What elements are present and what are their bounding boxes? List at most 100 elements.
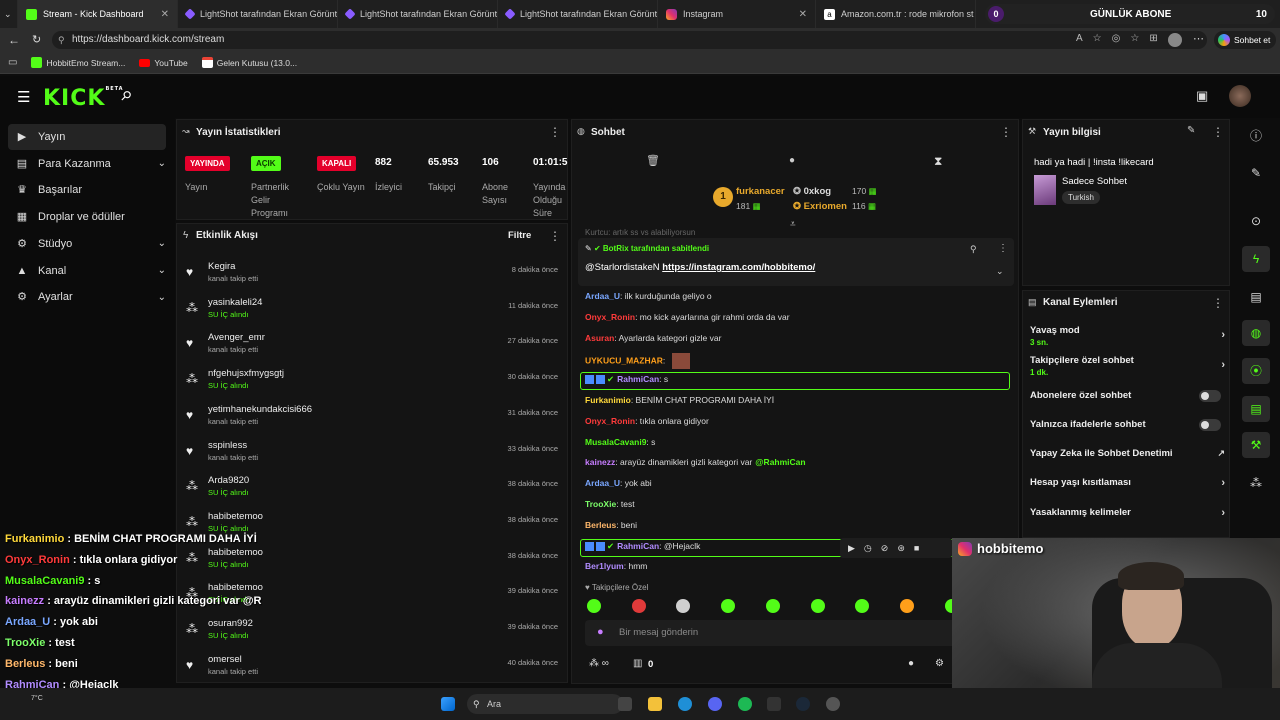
chat-username[interactable]: RahmiCan [617, 374, 659, 384]
chat-message[interactable]: Berleus: beni [585, 520, 637, 530]
chat-username[interactable]: Asuran [585, 333, 614, 343]
lightning-icon[interactable]: ϟ [1242, 246, 1270, 272]
chat-message[interactable]: kainezz: arayüz dinamikleri gizli katego… [585, 457, 806, 467]
activity-menu-icon[interactable]: ⋮ [549, 229, 561, 243]
stats-menu-icon[interactable]: ⋮ [549, 125, 561, 139]
store-icon[interactable]: ▥ [633, 658, 642, 669]
sidebar-item-0[interactable]: ▶ Yayın [8, 124, 166, 150]
chat-username[interactable]: Furkanimio [585, 395, 631, 405]
tab-instagram[interactable]: Instagram ✕ [658, 0, 816, 28]
chat-username[interactable]: Ber1lyum [585, 561, 624, 571]
delete-icon[interactable]: ■ [914, 543, 919, 553]
chat-message[interactable]: UYKUCU_MAZHAR: [585, 353, 690, 370]
discord-icon[interactable] [708, 697, 722, 711]
emote-icon[interactable] [899, 599, 914, 613]
terminal-icon[interactable] [767, 697, 781, 711]
chat-username[interactable]: Ardaa_U [585, 478, 620, 488]
reply-icon[interactable]: ⊛ [897, 543, 905, 554]
chevron-down-icon[interactable]: ⌄ [996, 266, 1004, 277]
chat-username[interactable]: Berleus [585, 520, 616, 530]
sidebar-item-4[interactable]: ⚙ Stüdyo ⌄ [8, 231, 166, 257]
taskbar-search[interactable]: ⚲ Ara [467, 694, 623, 714]
filter-button[interactable]: Filtre [508, 230, 531, 241]
chat-username[interactable]: Onyx_Ronin [585, 416, 635, 426]
edit-icon[interactable]: ✎ [1242, 160, 1270, 186]
bookmark-hobbitemo[interactable]: HobbitEmo Stream... [31, 57, 125, 68]
tab-lightshot-1[interactable]: LightShot tarafından Ekran Görünt✕ [178, 0, 338, 28]
sidebar-item-6[interactable]: ⚙ Ayarlar ⌄ [8, 284, 166, 310]
tab-amazon[interactable]: a Amazon.com.tr : rode mikrofon st✕ [816, 0, 976, 28]
chat-menu-icon[interactable]: ⋮ [1000, 125, 1012, 139]
emote-icon[interactable] [721, 599, 736, 613]
info-icon[interactable]: ⓘ [1242, 123, 1270, 149]
toggle-switch[interactable] [1199, 390, 1221, 402]
collapse-icon[interactable]: ⩡ [790, 219, 796, 230]
profile-avatar[interactable] [1229, 85, 1251, 107]
play-icon[interactable]: ▶ [848, 543, 855, 554]
tab-menu-icon[interactable]: ⌄ [0, 0, 18, 28]
bookmark-youtube[interactable]: YouTube [139, 58, 188, 68]
channel-action[interactable]: Yasaklanmış kelimeler › [1030, 507, 1225, 519]
emote-icon[interactable] [810, 599, 825, 613]
chat-username[interactable]: Onyx_Ronin [585, 312, 635, 322]
chevron-down-icon[interactable]: ⌄ [158, 158, 166, 169]
chevron-right-icon[interactable]: › [1221, 359, 1225, 371]
kick-logo[interactable]: KICKBETA [43, 86, 124, 111]
hourglass-icon[interactable]: ⧗ [934, 154, 942, 169]
chevron-down-icon[interactable]: ⌄ [158, 265, 166, 276]
chevron-right-icon[interactable]: › [1221, 329, 1225, 341]
grid-icon[interactable]: ⁂ [1242, 470, 1270, 496]
reload-icon[interactable]: ↻ [32, 33, 41, 46]
channel-action[interactable]: Hesap yaşı kısıtlaması › [1030, 477, 1225, 489]
chat-message[interactable]: Asuran: Ayarlarda kategori gizle var [585, 333, 721, 343]
chat-message[interactable]: MusalaCavani9: s [585, 437, 655, 447]
tab-lightshot-3[interactable]: LightShot tarafından Ekran Görünt✕ [498, 0, 658, 28]
close-icon[interactable]: ✕ [161, 9, 169, 20]
chat-username[interactable]: MusalaCavani9 [585, 437, 646, 447]
browser-action-icons[interactable]: A☆◎☆⊞ [1076, 33, 1168, 44]
avatar-icon[interactable] [1168, 33, 1182, 47]
site-info-icon[interactable]: ⚲ [58, 31, 65, 49]
edit-icon[interactable]: ✎ [1187, 125, 1195, 136]
tab-lightshot-2[interactable]: LightShot tarafından Ekran Görünt✕ [338, 0, 498, 28]
external-link-icon[interactable]: ↗ [1217, 448, 1225, 459]
chat-username[interactable]: TrooXie [585, 499, 616, 509]
tab-kick[interactable]: Stream - Kick Dashboard ✕ [18, 0, 178, 28]
chat-message[interactable]: TrooXie: test [585, 499, 635, 509]
chat-message[interactable]: Onyx_Ronin: mo kick ayarlarına gir rahmi… [585, 312, 790, 322]
chat-message[interactable]: ✔ RahmiCan: s [585, 374, 668, 385]
emote-icon[interactable] [587, 599, 601, 613]
reading-list-icon[interactable]: ▭ [8, 57, 17, 68]
chat-input[interactable]: ● Bir mesaj gönderin [585, 620, 957, 646]
windows-start-icon[interactable] [441, 697, 455, 711]
points-icon[interactable]: ⁂ ∞ [589, 658, 609, 669]
chevron-down-icon[interactable]: ⌄ [158, 238, 166, 249]
channel-actions-menu-icon[interactable]: ⋮ [1212, 296, 1224, 310]
pinned-menu-icon[interactable]: ⋮ [998, 243, 1008, 254]
chat-username[interactable]: RahmiCan [617, 541, 659, 551]
wrench-icon[interactable]: ⚒ [1242, 432, 1270, 458]
bookmark-gmail[interactable]: Gelen Kutusu (13.0... [201, 57, 297, 68]
chat-message[interactable]: ✔ RahmiCan: @Hejaclk [585, 541, 700, 552]
timeout-icon[interactable]: ◷ [864, 543, 872, 554]
spotify-icon[interactable] [738, 697, 752, 711]
chat-message[interactable]: Ardaa_U: yok abi [585, 478, 652, 488]
tag-pill[interactable]: Turkish [1062, 191, 1100, 204]
channel-action[interactable]: Yapay Zeka ile Sohbet Denetimi ↗ [1030, 448, 1225, 459]
pinned-link[interactable]: https://instagram.com/hobbitemo/ [662, 262, 815, 273]
sidebar-item-5[interactable]: ▲ Kanal ⌄ [8, 258, 166, 284]
edge-icon[interactable] [678, 697, 692, 711]
steam-icon[interactable] [796, 697, 810, 711]
chat-mention[interactable]: @RahmiCan [755, 457, 805, 467]
copilot-button[interactable]: Sohbet et [1214, 31, 1277, 49]
more-menu-icon[interactable]: ⋯ [1193, 32, 1204, 45]
file-explorer-icon[interactable] [648, 697, 662, 711]
category-name[interactable]: Sadece Sohbet [1062, 176, 1127, 187]
emote-icon[interactable] [765, 599, 780, 613]
stream-info-menu-icon[interactable]: ⋮ [1212, 125, 1224, 139]
channel-action[interactable]: Takipçilere özel sohbet 1 dk. › [1030, 355, 1225, 377]
sidebar-item-3[interactable]: ▦ Droplar ve ödüller [8, 204, 166, 230]
back-icon[interactable]: ← [8, 33, 20, 47]
toggle-switch[interactable] [1199, 419, 1221, 431]
chat-message[interactable]: Onyx_Ronin: tıkla onlara gidiyor [585, 416, 709, 426]
